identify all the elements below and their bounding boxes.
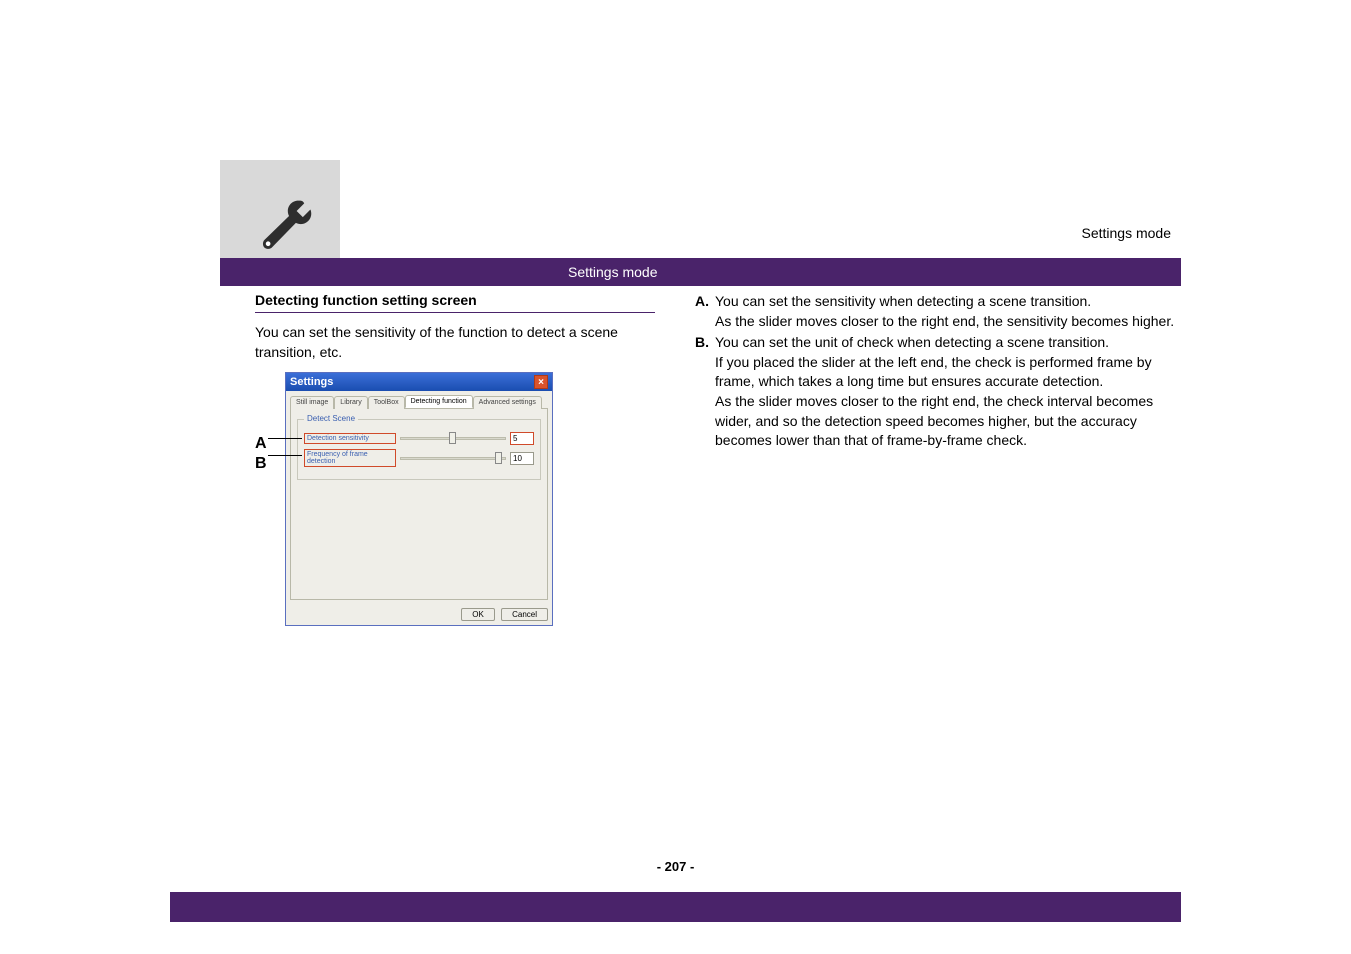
explain-a-text1: You can set the sensitivity when detecti… <box>715 293 1091 309</box>
frame-detection-row: Frequency of frame detection 10 <box>304 449 534 467</box>
page-number: - 207 - <box>0 859 1351 874</box>
detect-scene-fieldset: Detect Scene Detection sensitivity 5 <box>297 419 541 480</box>
tab-still-image[interactable]: Still image <box>290 396 334 409</box>
frame-detection-slider[interactable] <box>400 457 506 460</box>
callout-line-a <box>268 438 302 439</box>
mode-title: Settings mode <box>560 264 666 280</box>
page: Settings mode Settings mode Detecting fu… <box>0 0 1351 954</box>
frame-detection-value[interactable]: 10 <box>510 452 534 465</box>
explain-a-key: A. <box>695 292 715 331</box>
explain-b-body: You can set the unit of check when detec… <box>715 333 1181 451</box>
explain-b-text3: As the slider moves closer to the right … <box>715 393 1153 448</box>
dialog-tabs: Still image Library ToolBox Detecting fu… <box>286 391 552 408</box>
tab-toolbox[interactable]: ToolBox <box>368 396 405 409</box>
dialog-footer: OK Cancel <box>286 604 552 625</box>
explain-b-text2: If you placed the slider at the left end… <box>715 354 1152 390</box>
frame-detection-label: Frequency of frame detection <box>304 449 396 467</box>
callout-b: B <box>255 454 285 474</box>
callout-a: A <box>255 434 285 454</box>
breadcrumb: Settings mode <box>1082 225 1172 241</box>
explain-a-body: You can set the sensitivity when detecti… <box>715 292 1181 331</box>
detection-sensitivity-value[interactable]: 5 <box>510 432 534 445</box>
left-column: Detecting function setting screen You ca… <box>255 292 655 626</box>
right-column: A. You can set the sensitivity when dete… <box>695 292 1181 626</box>
explain-a-text2: As the slider moves closer to the right … <box>715 313 1174 329</box>
explain-b: B. You can set the unit of check when de… <box>695 333 1181 451</box>
tab-detecting-function[interactable]: Detecting function <box>405 395 473 408</box>
dialog-title-text: Settings <box>290 376 333 388</box>
tab-advanced-settings[interactable]: Advanced settings <box>473 396 542 409</box>
title-bar: Settings mode <box>220 258 1181 286</box>
section-heading: Detecting function setting screen <box>255 292 655 313</box>
close-icon[interactable]: × <box>534 375 548 389</box>
fieldset-legend: Detect Scene <box>304 414 358 423</box>
content: Detecting function setting screen You ca… <box>255 292 1181 626</box>
dialog-titlebar: Settings × <box>286 373 552 391</box>
tab-library[interactable]: Library <box>334 396 367 409</box>
header: Settings mode Settings mode <box>0 0 1351 260</box>
settings-dialog: Settings × Still image Library ToolBox D… <box>285 372 553 626</box>
wrench-icon <box>255 195 315 255</box>
detection-sensitivity-slider[interactable] <box>400 437 506 440</box>
dialog-body: Detect Scene Detection sensitivity 5 <box>290 408 548 600</box>
detection-sensitivity-row: Detection sensitivity 5 <box>304 432 534 445</box>
explain-b-key: B. <box>695 333 715 451</box>
detection-sensitivity-label: Detection sensitivity <box>304 433 396 444</box>
ok-button[interactable]: OK <box>461 608 495 621</box>
bottom-bar <box>170 892 1181 922</box>
explain-list: A. You can set the sensitivity when dete… <box>695 292 1181 451</box>
explain-a: A. You can set the sensitivity when dete… <box>695 292 1181 331</box>
figure: A B Settings × Still image Library ToolB… <box>255 372 655 626</box>
intro-text: You can set the sensitivity of the funct… <box>255 323 655 362</box>
callout-line-b <box>268 455 302 456</box>
callout-labels: A B <box>255 372 285 474</box>
cancel-button[interactable]: Cancel <box>501 608 548 621</box>
explain-b-text1: You can set the unit of check when detec… <box>715 334 1109 350</box>
